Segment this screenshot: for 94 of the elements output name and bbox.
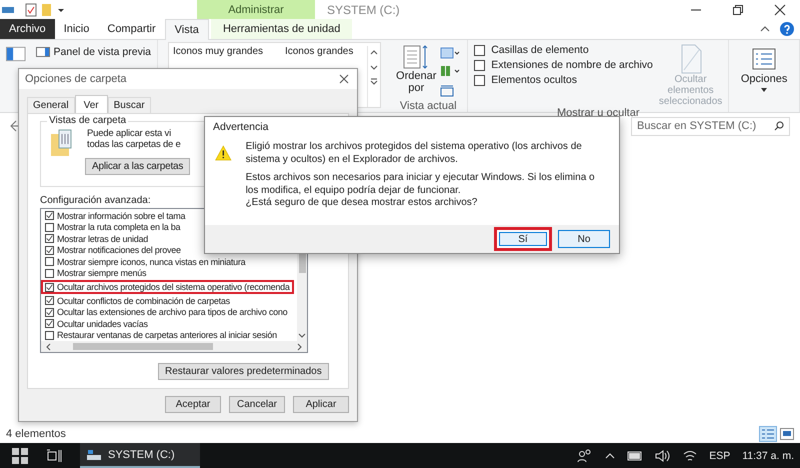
group-label: Mostrar u ocultar: [556, 107, 640, 119]
dialog-tab[interactable]: General: [27, 97, 75, 113]
ribbon-tab[interactable]: Inicio: [54, 19, 98, 39]
setting-option[interactable]: Mostrar la ruta completa en la ba: [41, 222, 184, 233]
setting-option[interactable]: Ocultar archivos protegidos del sistema operativo (recomenda: [41, 280, 294, 294]
language-indicator[interactable]: ESP: [709, 450, 730, 462]
checkbox[interactable]: [45, 319, 54, 328]
setting-option[interactable]: Mostrar letras de unidad: [41, 233, 152, 244]
horizontal-scrollbar[interactable]: [41, 341, 307, 352]
window-title: SYSTEM (C:): [327, 2, 400, 16]
dialog-title: Advertencia: [212, 120, 270, 135]
ribbon-checkbox[interactable]: Casillas de elemento: [474, 44, 653, 56]
description-text: Puede aplicar esta vi: [87, 128, 171, 139]
taskbar-app[interactable]: SYSTEM (C:): [80, 443, 200, 468]
checkbox[interactable]: [474, 74, 486, 86]
checkbox[interactable]: [45, 330, 54, 340]
scroll-right-icon[interactable]: [297, 342, 303, 350]
setting-option[interactable]: Mostrar notificaciones del provee: [41, 244, 185, 256]
dialog-button[interactable]: No: [558, 230, 610, 248]
details-view-icon[interactable]: [759, 426, 777, 442]
setting-option[interactable]: Mostrar siempre iconos, nunca vistas en miniatura: [41, 256, 250, 268]
clock[interactable]: 11:37 a. m.: [742, 450, 794, 462]
checkbox[interactable]: [45, 222, 54, 232]
scroll-left-icon[interactable]: [45, 342, 51, 350]
battery-icon[interactable]: [627, 450, 644, 460]
checkbox[interactable]: [45, 268, 54, 278]
checkbox[interactable]: [45, 234, 54, 244]
preview-pane-icon: [36, 47, 50, 57]
apply-to-folders-button[interactable]: Aplicar a las carpetas: [85, 158, 190, 175]
layout-option[interactable]: Iconos grandes: [284, 46, 368, 57]
ribbon-checkbox[interactable]: Extensiones de nombre de archivo: [474, 59, 653, 71]
dialog-button[interactable]: Aceptar: [165, 396, 221, 413]
wifi-icon[interactable]: [683, 450, 698, 462]
help-icon[interactable]: [780, 22, 794, 36]
options-list-icon: [752, 48, 776, 70]
restore-defaults-button[interactable]: Restaurar valores predeterminados: [158, 363, 329, 380]
setting-option[interactable]: Ocultar conflictos de combinación de carpetas: [41, 295, 234, 306]
caret-up-icon[interactable]: [605, 452, 616, 460]
volume-icon[interactable]: [655, 450, 672, 462]
navigation-pane-icon[interactable]: [6, 46, 26, 62]
close-icon[interactable]: [339, 74, 349, 84]
preview-pane-button[interactable]: Panel de vista previa: [36, 46, 151, 58]
dialog-button[interactable]: Aplicar: [293, 396, 349, 413]
dialog-button[interactable]: Cancelar: [229, 396, 285, 413]
scrollbar-thumb[interactable]: [73, 343, 213, 350]
task-view-icon[interactable]: [46, 448, 62, 462]
restore-icon[interactable]: [732, 4, 744, 16]
setting-option[interactable]: Mostrar siempre menús: [41, 268, 150, 279]
ribbon-checkbox[interactable]: Elementos ocultos: [474, 74, 653, 86]
checkbox[interactable]: [45, 257, 54, 266]
setting-option[interactable]: Restaurar ventanas de carpetas anteriores al iniciar sesión: [41, 330, 281, 341]
search-field[interactable]: Buscar en SYSTEM (C:): [631, 116, 790, 136]
checkbox[interactable]: [45, 282, 54, 292]
document-icon: [678, 44, 703, 74]
section-label: Configuración avanzada:: [40, 195, 151, 206]
start-icon[interactable]: [12, 448, 28, 464]
ribbon-tab[interactable]: Compartir: [98, 19, 165, 39]
warning-message: Eligió mostrar los archivos protegidos del sistema operativo (los archivos de sistema y ocultos) en el Explorador de archivos.: [246, 141, 583, 166]
group-label: Vista actual: [398, 100, 458, 112]
ribbon-tab[interactable]: Vista: [164, 19, 209, 40]
search-icon: [774, 121, 784, 131]
checkbox[interactable]: [474, 60, 486, 70]
setting-option[interactable]: Mostrar información sobre el tama: [41, 210, 190, 222]
sort-by-button[interactable]: Ordenar por: [395, 44, 438, 100]
dialog-tab[interactable]: Buscar: [108, 97, 151, 113]
large-icons-view-icon[interactable]: [780, 428, 794, 440]
warning-message: ¿Está seguro de que desea mostrar estos archivos?: [246, 197, 478, 210]
checkbox[interactable]: [45, 308, 54, 317]
ribbon-tab[interactable]: Archivo: [0, 19, 55, 39]
options-button[interactable]: Opciones: [740, 44, 788, 110]
caret-down-icon: [761, 88, 768, 92]
layout-option[interactable]: Iconos muy grandes: [173, 46, 277, 57]
folder-icon: [51, 128, 73, 156]
scroll-down-icon[interactable]: [298, 333, 306, 339]
checkbox[interactable]: [45, 211, 54, 220]
item-count: 4 elementos: [6, 428, 66, 440]
group-title: Vistas de carpeta: [47, 115, 128, 126]
checkbox[interactable]: [45, 246, 54, 255]
checkbox[interactable]: [474, 44, 486, 56]
sort-icon: [403, 44, 430, 70]
context-tab-header: Administrar: [197, 0, 315, 19]
ribbon-tab[interactable]: Herramientas de unidad: [210, 19, 352, 39]
close-icon[interactable]: [774, 4, 786, 16]
dialog-button[interactable]: Sí: [494, 227, 552, 251]
setting-option[interactable]: Ocultar las extensiones de archivo para tipos de archivo cono: [41, 306, 292, 318]
checkbox[interactable]: [45, 296, 54, 306]
setting-option[interactable]: Ocultar unidades vacías: [41, 318, 152, 330]
warning-message: Estos archivos son necesarios para iniciar y ejecutar Windows. Si los elimina o los modifica, el equipo podría dejar de funcionar.: [246, 172, 596, 197]
collapse-caret-icon[interactable]: [760, 25, 770, 33]
drive-icon: [86, 448, 102, 460]
dialog-tab[interactable]: Ver: [74, 95, 108, 114]
people-icon[interactable]: [577, 448, 594, 462]
description-text: todas las carpetas de e: [87, 139, 181, 150]
dialog-title: Opciones de carpeta: [25, 73, 127, 85]
